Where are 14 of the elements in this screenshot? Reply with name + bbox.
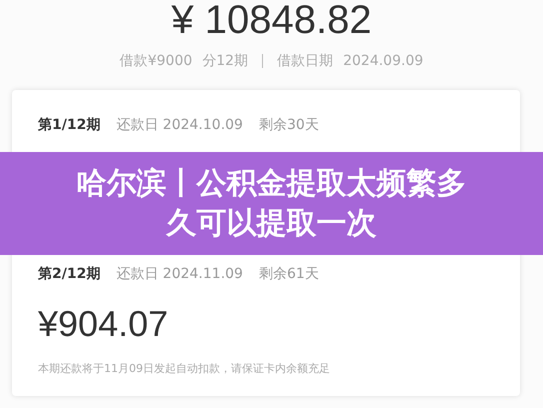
- due-date: 还款日 2024.11.09: [116, 265, 243, 283]
- period-label: 第1/12期: [38, 116, 100, 134]
- loan-amount: 借款¥9000: [120, 52, 192, 70]
- remaining-days: 剩余30天: [258, 116, 319, 134]
- period-label: 第2/12期: [38, 265, 100, 283]
- installment-amount: ¥904.07: [38, 303, 170, 345]
- loan-terms: 分12期: [202, 52, 248, 70]
- banner-title: 哈尔滨丨公积金提取太频繁多久可以提取一次: [76, 164, 468, 242]
- total-amount: ¥ 10848.82: [171, 0, 372, 40]
- loan-date-label: 借款日期: [277, 52, 334, 70]
- auto-debit-note: 本期还款将于11月09日发起自动扣款，请保证卡内余额充足: [38, 361, 331, 376]
- remaining-days: 剩余61天: [258, 265, 319, 283]
- due-date: 还款日 2024.10.09: [116, 116, 243, 134]
- loan-date: 2024.09.09: [343, 53, 424, 69]
